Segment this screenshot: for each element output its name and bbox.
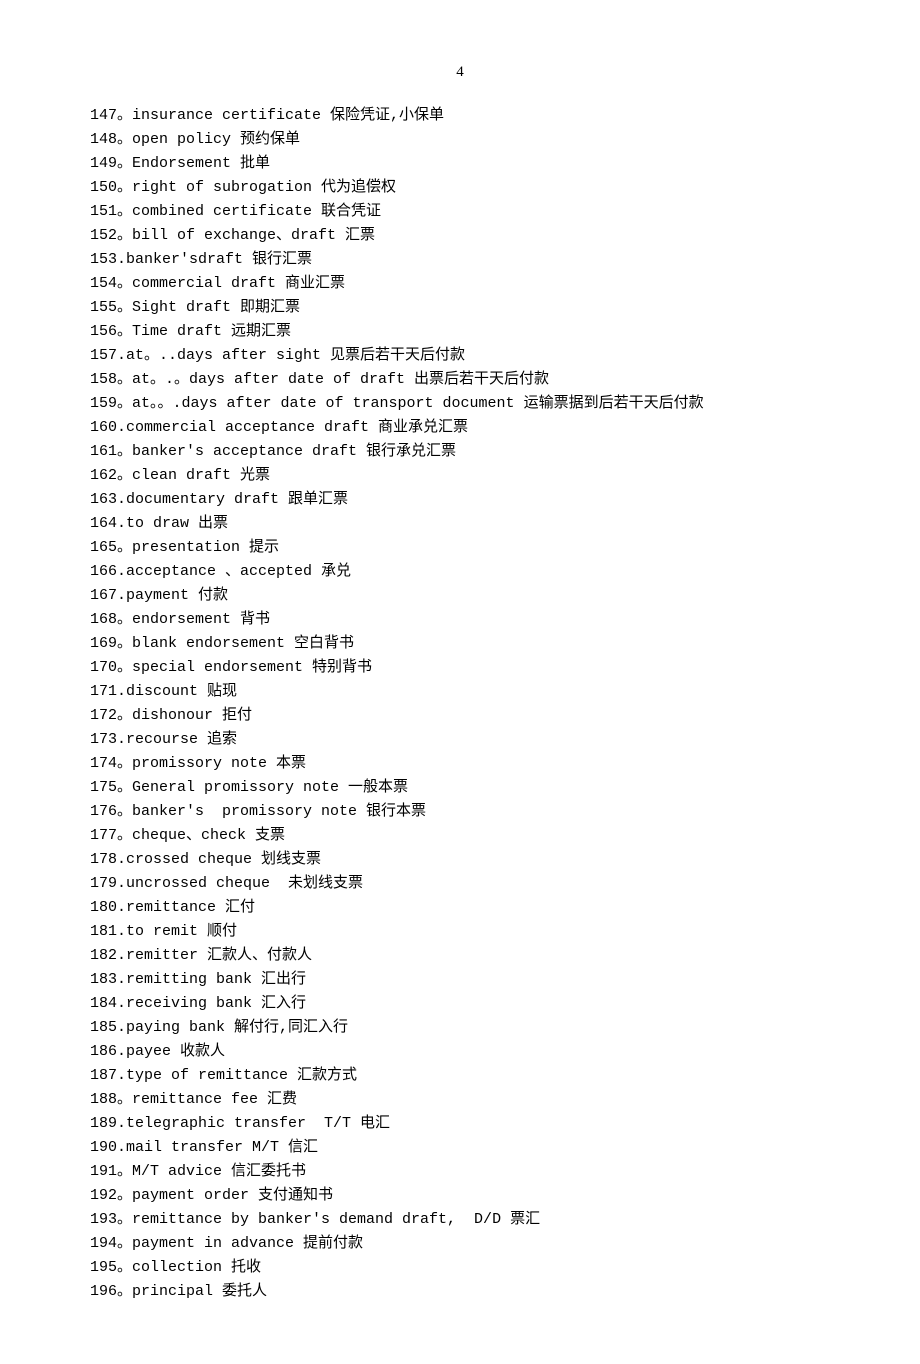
glossary-entry: 171.discount 贴现 bbox=[90, 680, 830, 704]
glossary-entry: 148。open policy 预约保单 bbox=[90, 128, 830, 152]
glossary-entry: 161。banker's acceptance draft 银行承兑汇票 bbox=[90, 440, 830, 464]
glossary-entry: 170。special endorsement 特别背书 bbox=[90, 656, 830, 680]
glossary-entry: 169。blank endorsement 空白背书 bbox=[90, 632, 830, 656]
glossary-entry: 155。Sight draft 即期汇票 bbox=[90, 296, 830, 320]
glossary-entry: 168。endorsement 背书 bbox=[90, 608, 830, 632]
glossary-entry: 176。banker's promissory note 银行本票 bbox=[90, 800, 830, 824]
glossary-entry: 183.remitting bank 汇出行 bbox=[90, 968, 830, 992]
glossary-entry: 182.remitter 汇款人、付款人 bbox=[90, 944, 830, 968]
glossary-entry: 178.crossed cheque 划线支票 bbox=[90, 848, 830, 872]
glossary-entry: 175。General promissory note 一般本票 bbox=[90, 776, 830, 800]
glossary-entry: 166.acceptance 、accepted 承兑 bbox=[90, 560, 830, 584]
glossary-entry: 159。at。。.days after date of transport do… bbox=[90, 392, 830, 416]
glossary-entry: 194。payment in advance 提前付款 bbox=[90, 1232, 830, 1256]
glossary-entry: 160.commercial acceptance draft 商业承兑汇票 bbox=[90, 416, 830, 440]
glossary-entry: 147。insurance certificate 保险凭证,小保单 bbox=[90, 104, 830, 128]
glossary-entry: 153.banker'sdraft 银行汇票 bbox=[90, 248, 830, 272]
glossary-entry: 190.mail transfer M/T 信汇 bbox=[90, 1136, 830, 1160]
glossary-entry: 186.payee 收款人 bbox=[90, 1040, 830, 1064]
glossary-entry: 157.at。..days after sight 见票后若干天后付款 bbox=[90, 344, 830, 368]
glossary-entry: 177。cheque、check 支票 bbox=[90, 824, 830, 848]
glossary-entry: 158。at。.。days after date of draft 出票后若干天… bbox=[90, 368, 830, 392]
glossary-entry: 193。remittance by banker's demand draft,… bbox=[90, 1208, 830, 1232]
glossary-entry: 189.telegraphic transfer T/T 电汇 bbox=[90, 1112, 830, 1136]
glossary-entry: 149。Endorsement 批单 bbox=[90, 152, 830, 176]
glossary-entry: 187.type of remittance 汇款方式 bbox=[90, 1064, 830, 1088]
glossary-entry: 181.to remit 顺付 bbox=[90, 920, 830, 944]
glossary-entry: 196。principal 委托人 bbox=[90, 1280, 830, 1304]
glossary-entry: 154。commercial draft 商业汇票 bbox=[90, 272, 830, 296]
glossary-entry: 180.remittance 汇付 bbox=[90, 896, 830, 920]
glossary-entry: 150。right of subrogation 代为追偿权 bbox=[90, 176, 830, 200]
glossary-entry: 185.paying bank 解付行,同汇入行 bbox=[90, 1016, 830, 1040]
glossary-entry: 174。promissory note 本票 bbox=[90, 752, 830, 776]
glossary-entry: 156。Time draft 远期汇票 bbox=[90, 320, 830, 344]
glossary-entry: 152。bill of exchange、draft 汇票 bbox=[90, 224, 830, 248]
glossary-entry: 165。presentation 提示 bbox=[90, 536, 830, 560]
glossary-entry: 179.uncrossed cheque 未划线支票 bbox=[90, 872, 830, 896]
glossary-entry: 151。combined certificate 联合凭证 bbox=[90, 200, 830, 224]
glossary-entry: 167.payment 付款 bbox=[90, 584, 830, 608]
glossary-entry: 172。dishonour 拒付 bbox=[90, 704, 830, 728]
glossary-entry: 191。M/T advice 信汇委托书 bbox=[90, 1160, 830, 1184]
glossary-entry: 163.documentary draft 跟单汇票 bbox=[90, 488, 830, 512]
glossary-entry: 164.to draw 出票 bbox=[90, 512, 830, 536]
glossary-list: 147。insurance certificate 保险凭证,小保单148。op… bbox=[90, 104, 830, 1304]
glossary-entry: 173.recourse 追索 bbox=[90, 728, 830, 752]
glossary-entry: 192。payment order 支付通知书 bbox=[90, 1184, 830, 1208]
glossary-entry: 184.receiving bank 汇入行 bbox=[90, 992, 830, 1016]
glossary-entry: 188。remittance fee 汇费 bbox=[90, 1088, 830, 1112]
glossary-entry: 195。collection 托收 bbox=[90, 1256, 830, 1280]
glossary-entry: 162。clean draft 光票 bbox=[90, 464, 830, 488]
page-number: 4 bbox=[90, 60, 830, 84]
